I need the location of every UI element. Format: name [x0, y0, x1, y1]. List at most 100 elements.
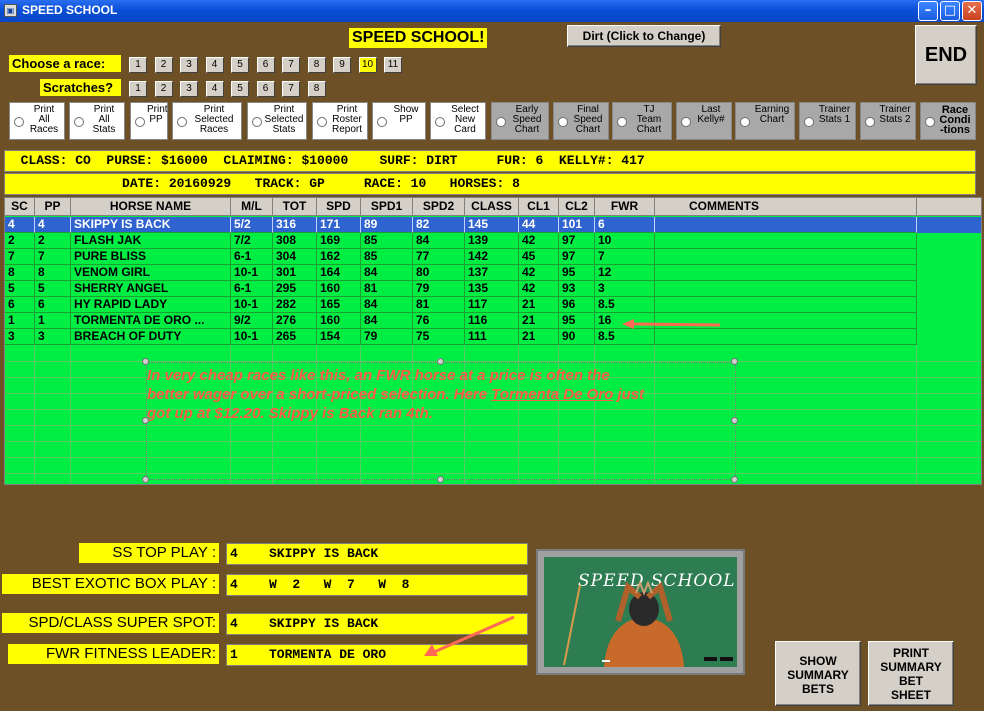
show-summary-bets-button[interactable]: SHOW SUMMARY BETS	[775, 641, 861, 706]
race-button-2[interactable]: 2	[154, 57, 173, 73]
column-header-sc[interactable]: SC	[5, 198, 35, 216]
empty-column-line	[34, 345, 35, 484]
resize-handle-middle-right[interactable]	[731, 417, 738, 424]
scratch-button-4[interactable]: 4	[205, 81, 224, 97]
option-radio-print-all-stats[interactable]	[74, 117, 84, 127]
column-header-cl1[interactable]: CL1	[519, 198, 559, 216]
option-select-new-card[interactable]: Select New Card	[430, 102, 486, 140]
exotic-box-field[interactable]: 4 W 2 W 7 W 8	[226, 574, 528, 596]
option-print-selected-stats[interactable]: Print Selected Stats	[247, 102, 307, 140]
option-last-kelly[interactable]: Last Kelly#	[676, 102, 732, 140]
race-button-10[interactable]: 10	[358, 57, 377, 73]
column-header-class[interactable]: CLASS	[465, 198, 519, 216]
option-radio-print-pp[interactable]	[135, 117, 145, 127]
option-radio-print-roster-report[interactable]	[317, 117, 327, 127]
option-radio-earning-chart[interactable]	[740, 117, 750, 127]
column-header-fwr[interactable]: FWR	[595, 198, 655, 216]
option-tj-team-chart[interactable]: TJ Team Chart	[612, 102, 672, 140]
option-radio-select-new-card[interactable]	[435, 117, 445, 127]
cell-horse-name: SHERRY ANGEL	[71, 281, 231, 297]
column-header-spd2[interactable]: SPD2	[413, 198, 465, 216]
option-print-roster-report[interactable]: Print Roster Report	[312, 102, 368, 140]
cell-m-l: 10-1	[231, 297, 273, 313]
column-header-m-l[interactable]: M/L	[231, 198, 273, 216]
race-button-11[interactable]: 11	[384, 57, 402, 73]
surface-toggle-button[interactable]: Dirt (Click to Change)	[567, 25, 721, 47]
option-print-all-races[interactable]: Print All Races	[9, 102, 65, 140]
minimize-button[interactable]: –	[918, 1, 938, 21]
scratch-button-7[interactable]: 7	[282, 81, 300, 97]
race-button-7[interactable]: 7	[282, 57, 300, 73]
empty-column-line	[70, 345, 71, 484]
table-row[interactable]: 4 4 SKIPPY IS BACK 5/2 316 171 89 82 145 44 101 6	[5, 217, 981, 233]
option-print-pp[interactable]: Print PP	[130, 102, 168, 140]
race-button-3[interactable]: 3	[180, 57, 198, 73]
app-window-icon[interactable]: ▣	[4, 4, 17, 17]
scratch-button-6[interactable]: 6	[256, 81, 275, 97]
option-race-condi-tions[interactable]: Race Condi -tions	[920, 102, 976, 140]
scratch-button-1[interactable]: 1	[129, 81, 147, 97]
annotation-line-3: got up at $12.20. Skippy is Back ran 4th…	[147, 405, 433, 422]
scratch-button-2[interactable]: 2	[154, 81, 173, 97]
annotation-box[interactable]: In very cheap races like this, an FWR ho…	[146, 362, 736, 480]
option-radio-print-all-races[interactable]	[14, 117, 24, 127]
print-summary-bet-sheet-button[interactable]: PRINT SUMMARY BET SHEET	[868, 641, 954, 706]
race-button-4[interactable]: 4	[205, 57, 224, 73]
option-radio-early-speed-chart[interactable]	[496, 117, 506, 127]
race-button-9[interactable]: 9	[333, 57, 351, 73]
resize-handle-bottom-middle[interactable]	[437, 476, 444, 483]
race-button-1[interactable]: 1	[129, 57, 147, 73]
column-header-spd1[interactable]: SPD1	[361, 198, 413, 216]
option-radio-print-selected-stats[interactable]	[252, 117, 262, 127]
option-final-speed-chart[interactable]: Final Speed Chart	[553, 102, 609, 140]
option-trainer-stats-1[interactable]: Trainer Stats 1	[799, 102, 856, 140]
column-header-horse-name[interactable]: HORSE NAME	[71, 198, 231, 216]
option-radio-print-selected-races[interactable]	[177, 117, 187, 127]
table-row[interactable]: 3 3 BREACH OF DUTY 10-1 265 154 79 75 111 21 90 8.5	[5, 329, 981, 345]
column-header-pp[interactable]: PP	[35, 198, 71, 216]
option-radio-final-speed-chart[interactable]	[558, 117, 568, 127]
table-row[interactable]: 8 8 VENOM GIRL 10-1 301 164 84 80 137 42 95 12	[5, 265, 981, 281]
scratch-button-3[interactable]: 3	[180, 81, 198, 97]
resize-handle-top-left[interactable]	[142, 358, 149, 365]
close-button[interactable]: ✕	[962, 1, 982, 21]
resize-handle-bottom-right[interactable]	[731, 476, 738, 483]
column-header-comments[interactable]: COMMENTS	[655, 198, 917, 216]
cell-sc: 1	[5, 313, 35, 329]
option-print-all-stats[interactable]: Print All Stats	[69, 102, 125, 140]
option-early-speed-chart[interactable]: Early Speed Chart	[491, 102, 549, 140]
option-radio-last-kelly[interactable]	[681, 117, 691, 127]
option-earning-chart[interactable]: Earning Chart	[735, 102, 795, 140]
option-radio-trainer-stats-1[interactable]	[804, 117, 814, 127]
option-radio-tj-team-chart[interactable]	[617, 117, 627, 127]
resize-handle-bottom-left[interactable]	[142, 476, 149, 483]
cell-tot: 301	[273, 265, 317, 281]
race-button-5[interactable]: 5	[231, 57, 249, 73]
column-header-spd[interactable]: SPD	[317, 198, 361, 216]
table-row[interactable]: 2 2 FLASH JAK 7/2 308 169 85 84 139 42 97 10	[5, 233, 981, 249]
column-header-cl2[interactable]: CL2	[559, 198, 595, 216]
option-label-print-all-races: Print All Races	[29, 104, 59, 135]
table-row[interactable]: 1 1 TORMENTA DE ORO ... 9/2 276 160 84 76 116 21 9…	[5, 313, 981, 329]
top-play-field[interactable]: 4 SKIPPY IS BACK	[226, 543, 528, 565]
option-trainer-stats-2[interactable]: Trainer Stats 2	[860, 102, 916, 140]
option-print-selected-races[interactable]: Print Selected Races	[172, 102, 242, 140]
scratch-button-8[interactable]: 8	[307, 81, 326, 97]
maximize-button[interactable]: □	[940, 1, 960, 21]
race-button-8[interactable]: 8	[307, 57, 326, 73]
resize-handle-top-middle[interactable]	[437, 358, 444, 365]
option-show-pp[interactable]: Show PP	[372, 102, 426, 140]
option-radio-show-pp[interactable]	[377, 117, 387, 127]
resize-handle-middle-left[interactable]	[142, 417, 149, 424]
end-button[interactable]: END	[915, 25, 977, 85]
table-row[interactable]: 5 5 SHERRY ANGEL 6-1 295 160 81 79 135 42 93 3	[5, 281, 981, 297]
table-row[interactable]: 7 7 PURE BLISS 6-1 304 162 85 77 142 45 97 7	[5, 249, 981, 265]
cell-fwr: 10	[595, 233, 655, 249]
scratch-button-5[interactable]: 5	[231, 81, 249, 97]
race-button-6[interactable]: 6	[256, 57, 275, 73]
column-header-tot[interactable]: TOT	[273, 198, 317, 216]
option-radio-race-condi-tions[interactable]	[925, 117, 935, 127]
resize-handle-top-right[interactable]	[731, 358, 738, 365]
table-row[interactable]: 6 6 HY RAPID LADY 10-1 282 165 84 81 117 21 96 8.5	[5, 297, 981, 313]
option-radio-trainer-stats-2[interactable]	[865, 117, 875, 127]
